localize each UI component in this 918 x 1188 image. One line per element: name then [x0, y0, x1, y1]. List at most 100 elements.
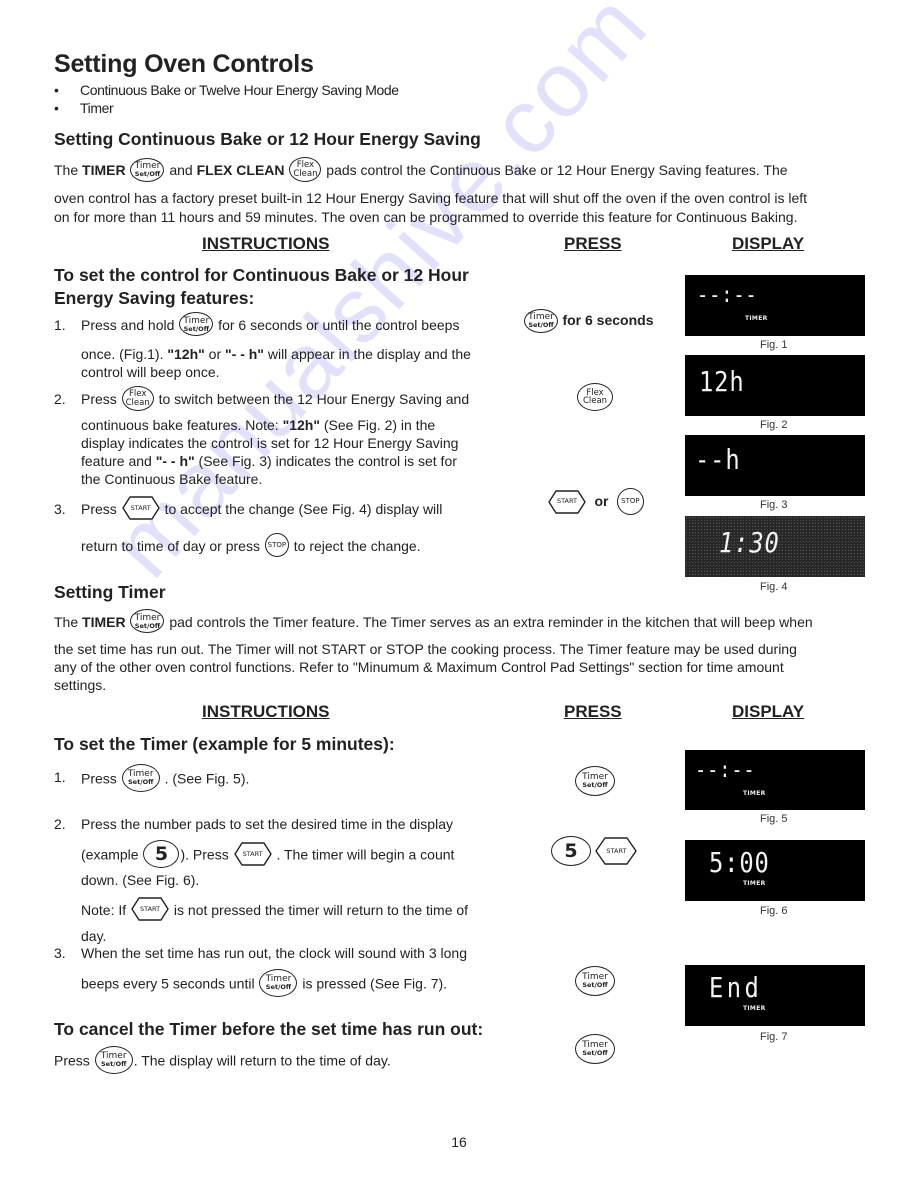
- figure-caption: Fig. 5: [760, 813, 788, 825]
- bullet-text: Continuous Bake or Twelve Hour Energy Sa…: [80, 82, 399, 98]
- instruction-step: 1. Press and hold Timer Set/Off for 6 sec…: [54, 312, 514, 380]
- step-text: once. (Fig.1). "12h" or "- - h" will app…: [81, 346, 471, 362]
- stop-pad-icon: STOP: [616, 488, 644, 515]
- step-text: feature and "- - h" (See Fig. 3) indicat…: [81, 453, 457, 469]
- subheading: To set the control for Continuous Bake o…: [54, 265, 469, 308]
- step-number: 2.: [54, 391, 66, 407]
- instruction-step: 1. Press Timer Set/Off . (See Fig. 5).: [54, 764, 514, 792]
- display-fig4: 1:30: [685, 516, 865, 577]
- step-number: 1.: [54, 317, 66, 333]
- intro-line: settings.: [54, 677, 107, 693]
- timer-pad-icon: Timer Set/Off: [575, 966, 615, 996]
- timer-pad-icon: Timer Set/Off: [524, 309, 558, 333]
- intro-line: on for more than 11 hours and 59 minutes…: [54, 209, 798, 225]
- bullet-text: Timer: [80, 100, 114, 116]
- display-readout: End: [709, 971, 763, 1004]
- step-text: the Continuous Bake feature.: [81, 471, 263, 487]
- step-text: return to time of day or press STOP to r…: [81, 533, 421, 558]
- display-readout: --h: [695, 443, 741, 476]
- text: and: [169, 162, 197, 179]
- press-timer: Timer Set/Off: [575, 1034, 615, 1064]
- step-number: 3.: [54, 501, 66, 517]
- number-5-pad-icon: 5: [143, 840, 180, 868]
- figure-caption: Fig. 3: [760, 499, 788, 511]
- display-fig2: 12h: [685, 355, 865, 416]
- column-header-instructions: INSTRUCTIONS: [202, 702, 330, 721]
- timer-pad-icon: Timer Set/Off: [179, 312, 214, 337]
- figure-caption: Fig. 4: [760, 581, 788, 593]
- press-start-or-stop: START or STOP: [548, 488, 644, 515]
- intro-line: oven control has a factory preset built-…: [54, 190, 808, 206]
- page-title: Setting Oven Controls: [54, 50, 314, 78]
- timer-pad-icon: Timer Set/Off: [130, 609, 165, 634]
- press-flex-clean: Flex Clean: [577, 383, 613, 411]
- display-fig5: --:-- TIMER: [685, 750, 865, 810]
- instruction-step: 2. Press the number pads to set the desi…: [54, 815, 524, 945]
- display-mode-label: TIMER: [743, 880, 766, 887]
- column-header-press: PRESS: [564, 702, 622, 721]
- press-timer: Timer Set/Off: [575, 966, 615, 996]
- intro-line: the set time has run out. The Timer will…: [54, 641, 797, 657]
- text: The: [54, 162, 83, 179]
- bullet-item: • Continuous Bake or Twelve Hour Energy S…: [54, 82, 399, 98]
- instruction-step: 3. Press START to accept the change (See…: [54, 496, 514, 560]
- step-text: Press Flex Clean to switch between the 12…: [81, 386, 469, 411]
- number-5-pad-icon: 5: [551, 836, 591, 866]
- intro-line: any of the other oven control functions.…: [54, 659, 784, 675]
- section-heading: Setting Continuous Bake or 12 Hour Energ…: [54, 129, 481, 149]
- timer-pad-icon: Timer Set/Off: [575, 1034, 615, 1064]
- display-fig3: --h: [685, 435, 865, 496]
- display-mode-label: TIMER: [743, 790, 766, 797]
- column-header-display: DISPLAY: [732, 234, 805, 253]
- text: pads control the Continuous Bake or 12 H…: [322, 162, 788, 179]
- display-mode-label: TIMER: [745, 315, 768, 322]
- figure-caption: Fig. 2: [760, 419, 788, 431]
- step-text: down. (See Fig. 6).: [81, 872, 200, 888]
- subheading: To set the Timer (example for 5 minutes)…: [54, 734, 395, 754]
- figure-caption: Fig. 6: [760, 905, 788, 917]
- subheading-cancel: To cancel the Timer before the set time …: [54, 1019, 484, 1039]
- display-readout: 5:00: [709, 846, 770, 879]
- display-fig6: 5:00 TIMER: [685, 840, 865, 901]
- instruction-step: 2. Press Flex Clean to switch between the…: [54, 386, 514, 490]
- step-text: Press Timer Set/Off . (See Fig. 5).: [81, 764, 249, 792]
- press-timer-6s: Timer Set/Off for 6 seconds: [524, 309, 653, 333]
- bullet-item: • Timer: [54, 100, 114, 116]
- timer-pad-icon: Timer Set/Off: [94, 1046, 133, 1074]
- step-text: Press START to accept the change (See Fi…: [81, 496, 442, 521]
- press-5-start: 5 START: [551, 836, 638, 866]
- display-readout: 1:30: [719, 526, 780, 559]
- start-pad-icon: START: [233, 842, 272, 866]
- timer-pad-icon: Timer Set/Off: [130, 157, 165, 182]
- step-text: control will beep once.: [81, 364, 220, 380]
- figure-caption: Fig. 1: [760, 339, 788, 351]
- flex-clean-pad-icon: Flex Clean: [121, 386, 154, 411]
- display-readout: --:--: [695, 758, 756, 783]
- step-note: day.: [81, 928, 107, 944]
- column-header-press: PRESS: [564, 234, 622, 253]
- step-text: beeps every 5 seconds until Timer Set/Off…: [81, 969, 447, 997]
- start-pad-icon: START: [595, 837, 638, 865]
- stop-pad-icon: STOP: [264, 533, 289, 558]
- start-pad-icon: START: [131, 897, 170, 922]
- column-header-display: DISPLAY: [732, 702, 805, 721]
- cancel-instruction: Press Timer Set/Off. The display will ret…: [54, 1046, 391, 1074]
- display-readout: 12h: [699, 365, 745, 398]
- press-note: for 6 seconds: [562, 312, 654, 329]
- flex-clean-pad-icon: Flex Clean: [289, 157, 322, 182]
- instruction-step: 3. When the set time has run out, the cl…: [54, 944, 524, 1004]
- timer-pad-icon: Timer Set/Off: [121, 764, 160, 792]
- display-mode-label: TIMER: [743, 1005, 766, 1012]
- step-number: 2.: [54, 816, 66, 832]
- page-number: 16: [451, 1134, 467, 1150]
- display-fig7: End TIMER: [685, 965, 865, 1026]
- step-number: 1.: [54, 769, 66, 785]
- timer-label: TIMER: [82, 162, 126, 179]
- intro-line: The TIMER Timer Set/Off and FLEX CLEAN Fl…: [54, 157, 874, 182]
- flex-clean-label: FLEX CLEAN: [196, 162, 285, 179]
- start-pad-icon: START: [121, 496, 160, 521]
- press-timer: Timer Set/Off: [575, 766, 615, 796]
- step-text: continuous bake features. Note: "12h" (S…: [81, 417, 436, 433]
- start-pad-icon: START: [548, 489, 586, 514]
- timer-pad-icon: Timer Set/Off: [575, 766, 615, 796]
